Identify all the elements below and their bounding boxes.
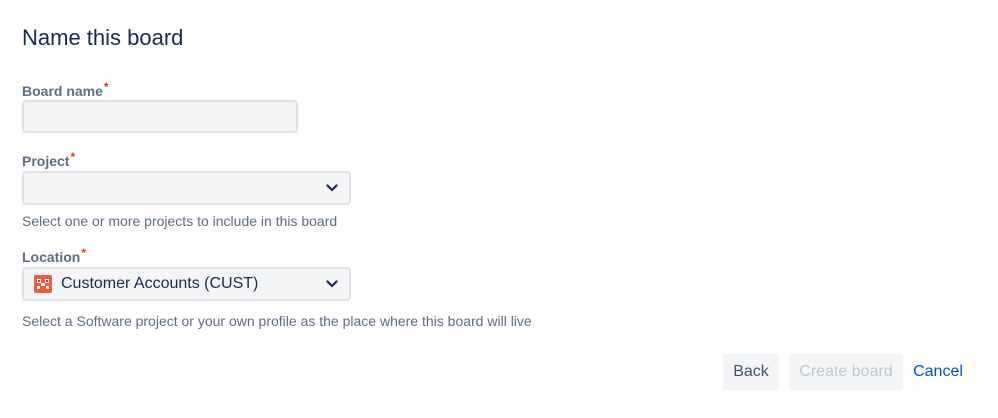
create-board-dialog: Name this board Board name* Project* Sel… (0, 0, 998, 418)
project-select[interactable] (22, 171, 351, 205)
location-select-value: Customer Accounts (CUST) (61, 275, 259, 292)
location-label-text: Location (22, 249, 81, 265)
back-button[interactable]: Back (723, 354, 779, 390)
board-name-input[interactable] (22, 100, 298, 133)
board-name-label: Board name* (22, 80, 109, 101)
location-select-value-wrap: Customer Accounts (CUST) (34, 275, 325, 293)
create-board-button[interactable]: Create board (789, 354, 903, 390)
required-marker: * (103, 80, 109, 94)
project-help-text: Select one or more projects to include i… (22, 213, 338, 229)
cancel-button[interactable]: Cancel (907, 354, 969, 390)
chevron-down-icon (325, 181, 339, 195)
project-label: Project* (22, 150, 76, 171)
required-marker: * (70, 150, 76, 164)
project-avatar-icon (34, 275, 52, 293)
page-title: Name this board (22, 25, 184, 50)
project-label-text: Project (22, 153, 70, 169)
location-label: Location* (22, 246, 87, 267)
required-marker: * (81, 246, 87, 260)
board-name-label-text: Board name (22, 83, 103, 99)
location-help-text: Select a Software project or your own pr… (22, 313, 532, 329)
location-select[interactable]: Customer Accounts (CUST) (22, 267, 351, 301)
chevron-down-icon (325, 277, 339, 291)
